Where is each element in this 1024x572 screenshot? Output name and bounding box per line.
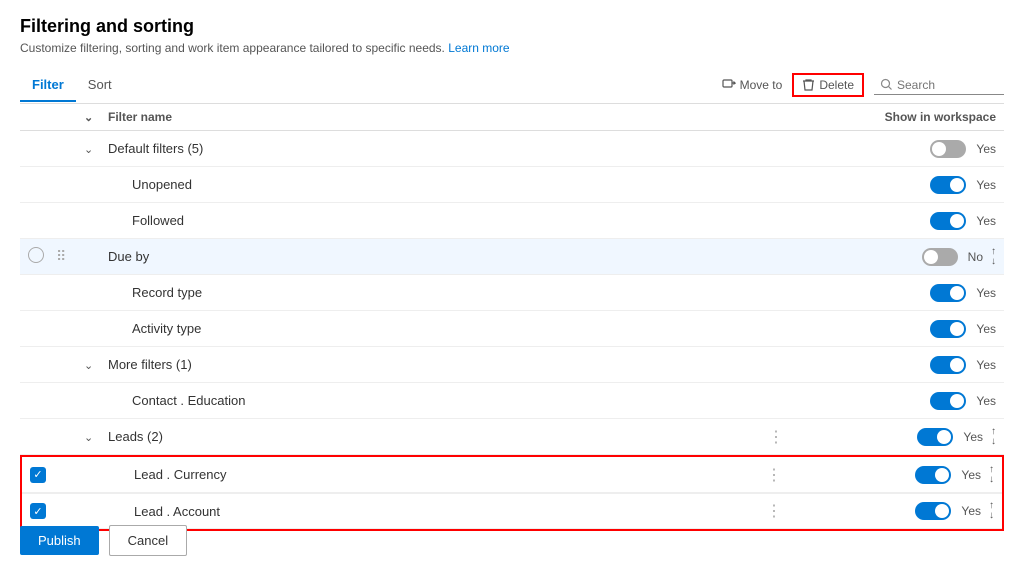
- arrow-up-icon[interactable]: ↑: [989, 465, 994, 475]
- toggle-contact-education[interactable]: [930, 392, 966, 410]
- delete-icon: [802, 78, 815, 92]
- sort-arrows-lead-currency[interactable]: ↑ ↓: [989, 465, 994, 485]
- move-to-icon: [722, 78, 736, 92]
- delete-button[interactable]: Delete: [792, 73, 864, 97]
- page-subtitle: Customize filtering, sorting and work it…: [20, 41, 1004, 55]
- sort-chevron-icon[interactable]: ⌄: [84, 112, 93, 124]
- selected-rows-group: Lead . Currency ⋮ Yes ↑ ↓: [20, 455, 1004, 531]
- table-header: ⌄ Filter name Show in workspace: [20, 104, 1004, 131]
- arrow-down-icon[interactable]: ↓: [989, 511, 994, 521]
- search-box[interactable]: [874, 76, 1004, 95]
- publish-button[interactable]: Publish: [20, 526, 99, 555]
- chevron-icon[interactable]: ⌄: [84, 432, 93, 444]
- toggle-lead-currency[interactable]: [915, 466, 951, 484]
- sort-arrows-due-by[interactable]: ↑ ↓: [991, 247, 996, 267]
- arrow-down-icon[interactable]: ↓: [991, 437, 996, 447]
- checkbox-lead-currency[interactable]: [30, 467, 46, 483]
- table-row: ⌄ More filters (1) Yes: [20, 347, 1004, 383]
- toggle-due-by[interactable]: [922, 248, 958, 266]
- checkbox-lead-account[interactable]: [30, 503, 46, 519]
- toggle-lead-account[interactable]: [915, 502, 951, 520]
- table-row: Followed Yes: [20, 203, 1004, 239]
- context-menu-icon[interactable]: ⋮: [766, 503, 782, 520]
- table-row: ⌄ Default filters (5) Yes: [20, 131, 1004, 167]
- chevron-icon[interactable]: ⌄: [84, 144, 93, 156]
- toggle-activity-type[interactable]: [930, 320, 966, 338]
- table-row-lead-currency: Lead . Currency ⋮ Yes ↑ ↓: [22, 457, 1002, 493]
- table-row: Record type Yes: [20, 275, 1004, 311]
- context-menu-icon[interactable]: ⋮: [766, 467, 782, 484]
- select-circle[interactable]: [28, 247, 44, 263]
- toggle-leads[interactable]: [917, 428, 953, 446]
- search-icon: [880, 78, 893, 91]
- table-row-due-by: ⠿ Due by No ↑ ↓: [20, 239, 1004, 275]
- drag-handle-icon[interactable]: ⠿: [56, 248, 66, 264]
- toggle-unopened[interactable]: [930, 176, 966, 194]
- tab-filter[interactable]: Filter: [20, 69, 76, 102]
- table-row-lead-account: Lead . Account ⋮ Yes ↑ ↓: [22, 493, 1002, 529]
- arrow-up-icon[interactable]: ↑: [991, 247, 996, 257]
- learn-more-link[interactable]: Learn more: [448, 41, 509, 55]
- cancel-button[interactable]: Cancel: [109, 525, 187, 556]
- context-menu-icon[interactable]: ⋮: [768, 429, 784, 446]
- page-title: Filtering and sorting: [20, 16, 1004, 37]
- toggle-default-filters[interactable]: [930, 140, 966, 158]
- arrow-up-icon[interactable]: ↑: [991, 427, 996, 437]
- toggle-record-type[interactable]: [930, 284, 966, 302]
- arrow-down-icon[interactable]: ↓: [991, 257, 996, 267]
- table-row-leads: ⌄ Leads (2) ⋮ Yes ↑ ↓: [20, 419, 1004, 455]
- bottom-bar: Publish Cancel: [20, 525, 187, 556]
- toggle-more-filters[interactable]: [930, 356, 966, 374]
- chevron-icon[interactable]: ⌄: [84, 360, 93, 372]
- table-row: Activity type Yes: [20, 311, 1004, 347]
- arrow-down-icon[interactable]: ↓: [989, 475, 994, 485]
- sort-arrows-lead-account[interactable]: ↑ ↓: [989, 501, 994, 521]
- tab-sort[interactable]: Sort: [76, 69, 124, 102]
- table-row: Unopened Yes: [20, 167, 1004, 203]
- search-input[interactable]: [897, 78, 997, 92]
- move-to-button[interactable]: Move to: [722, 78, 783, 92]
- toggle-followed[interactable]: [930, 212, 966, 230]
- sort-arrows-leads[interactable]: ↑ ↓: [991, 427, 996, 447]
- table-row: Contact . Education Yes: [20, 383, 1004, 419]
